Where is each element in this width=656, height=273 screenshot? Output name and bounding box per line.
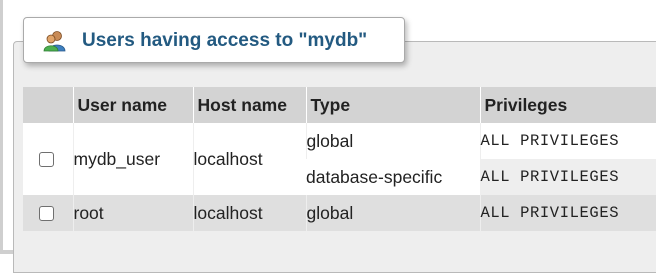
row-select-checkbox[interactable]: [39, 205, 54, 221]
type-cell: global: [305, 195, 480, 231]
host-name-cell: localhost: [192, 195, 306, 231]
row-checkbox-cell: [23, 195, 73, 231]
header-type: Type: [305, 87, 480, 123]
table-row: root localhost global ALL PRIVILEGES: [23, 195, 656, 231]
user-name-cell: root: [72, 195, 193, 231]
row-select-checkbox[interactable]: [39, 151, 54, 167]
row-checkbox-cell: [23, 123, 73, 195]
privileges-cell: ALL PRIVILEGES: [479, 159, 656, 195]
type-cell: global: [305, 123, 480, 159]
panel-title: Users having access to "mydb": [82, 30, 368, 51]
header-user-name: User name: [72, 87, 193, 123]
host-name-cell: localhost: [192, 123, 306, 195]
privileges-cell: ALL PRIVILEGES: [479, 195, 656, 231]
users-table: User name Host name Type Privileges mydb…: [23, 87, 656, 231]
table-header-row: User name Host name Type Privileges: [23, 87, 656, 123]
user-name-cell: mydb_user: [72, 123, 193, 195]
table-row: mydb_user localhost global ALL PRIVILEGE…: [23, 123, 656, 195]
type-cell: database-specific: [306, 159, 480, 195]
users-icon: [43, 29, 67, 53]
header-checkbox-column: [23, 87, 73, 123]
panel-legend: Users having access to "mydb": [23, 17, 405, 63]
header-privileges: Privileges: [479, 87, 656, 123]
header-host-name: Host name: [192, 87, 306, 123]
window-left-border: [0, 0, 3, 254]
privileges-cell: ALL PRIVILEGES: [479, 123, 656, 159]
